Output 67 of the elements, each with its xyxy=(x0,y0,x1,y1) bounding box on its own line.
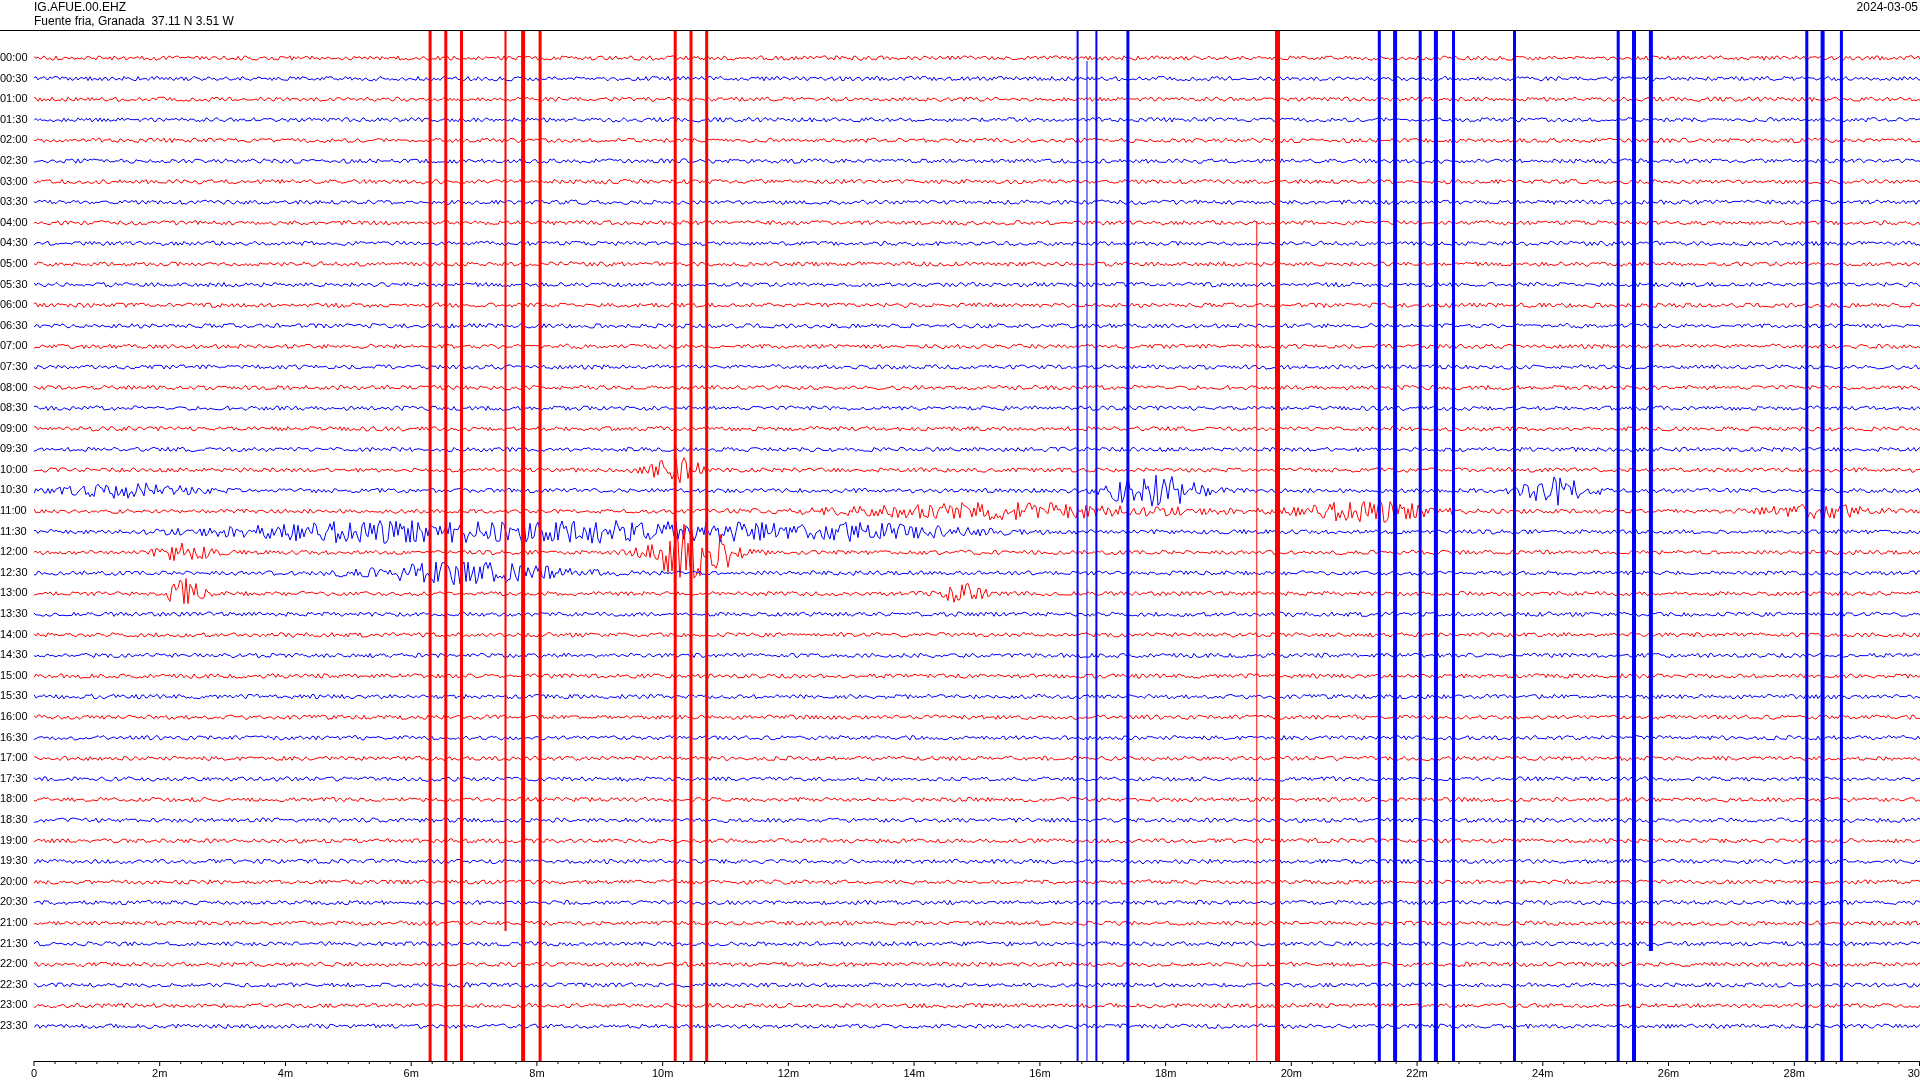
time-label: 04:00 xyxy=(0,215,28,228)
time-label: 14:00 xyxy=(0,627,28,640)
time-label: 10:30 xyxy=(0,483,28,496)
tick-label: 22m xyxy=(1406,1067,1428,1079)
tick-label: 16m xyxy=(1029,1067,1051,1079)
tick-label: 4m xyxy=(277,1067,294,1079)
time-label: 11:00 xyxy=(0,504,27,517)
tick-label: 18m xyxy=(1154,1067,1177,1079)
time-label: 18:30 xyxy=(0,812,28,825)
time-label: 00:30 xyxy=(0,71,28,84)
time-label: 19:30 xyxy=(0,854,28,867)
time-label: 20:30 xyxy=(0,895,28,908)
time-label: 09:30 xyxy=(0,442,28,455)
time-label: 23:30 xyxy=(0,1018,28,1031)
time-label: 20:00 xyxy=(0,874,28,887)
tick-label: 30 xyxy=(1907,1067,1920,1079)
plot-date: 2024-03-05 xyxy=(1856,0,1918,14)
station-location: Fuente fria, Granada 37.11 N 3.51 W xyxy=(34,14,234,28)
time-label: 10:00 xyxy=(0,462,28,475)
tick-label: 24m xyxy=(1532,1067,1554,1079)
time-label: 15:30 xyxy=(0,689,28,702)
time-label: 16:00 xyxy=(0,710,28,722)
time-label: 21:00 xyxy=(0,915,28,928)
time-label: 13:00 xyxy=(0,586,28,599)
time-label: 23:00 xyxy=(0,998,28,1011)
time-label: 08:00 xyxy=(0,380,28,393)
time-label: 19:00 xyxy=(0,833,28,846)
time-label: 05:30 xyxy=(0,277,28,290)
time-label: 11:30 xyxy=(0,524,27,537)
time-label: 02:00 xyxy=(0,133,28,146)
time-label: 12:00 xyxy=(0,545,28,558)
time-label: 09:00 xyxy=(0,421,28,434)
time-label: 22:30 xyxy=(0,977,28,990)
time-label: 16:30 xyxy=(0,730,28,743)
time-label: 00:00 xyxy=(0,51,28,63)
time-label: 21:30 xyxy=(0,936,28,949)
time-label: 01:00 xyxy=(0,92,28,105)
tick-label: 10m xyxy=(651,1067,674,1079)
time-label: 03:30 xyxy=(0,195,28,208)
tick-label: 12m xyxy=(777,1067,800,1079)
time-label: 15:00 xyxy=(0,668,28,681)
time-label: 07:30 xyxy=(0,359,28,372)
station-code: IG.AFUE.00.EHZ xyxy=(34,0,127,14)
time-label: 04:30 xyxy=(0,236,28,249)
time-label: 17:30 xyxy=(0,771,28,784)
time-label: 07:00 xyxy=(0,339,28,352)
tick-label: 20m xyxy=(1280,1067,1303,1079)
time-label: 14:30 xyxy=(0,648,28,661)
time-label: 06:00 xyxy=(0,298,28,311)
tick-label: 0 xyxy=(30,1067,38,1079)
tick-label: 28m xyxy=(1783,1067,1805,1079)
time-label: 08:30 xyxy=(0,401,28,414)
time-label: 22:00 xyxy=(0,957,28,970)
tick-label: 6m xyxy=(403,1067,419,1079)
time-label: 06:30 xyxy=(0,318,28,331)
tick-label: 26m xyxy=(1657,1067,1680,1079)
tick-label: 8m xyxy=(529,1067,545,1079)
tick-label: 2m xyxy=(152,1067,168,1079)
time-label: 02:30 xyxy=(0,153,28,166)
time-label: 12:30 xyxy=(0,565,28,578)
time-label: 01:30 xyxy=(0,112,28,125)
time-label: 18:00 xyxy=(0,792,28,805)
time-label: 03:00 xyxy=(0,174,28,187)
tick-label: 14m xyxy=(903,1067,925,1079)
time-label: 05:00 xyxy=(0,256,28,269)
time-label: 17:00 xyxy=(0,751,28,764)
time-label: 13:30 xyxy=(0,607,28,620)
